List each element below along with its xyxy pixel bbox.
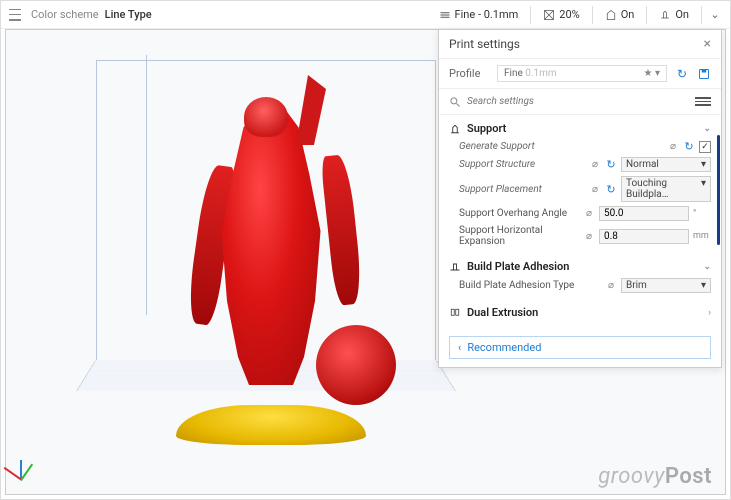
unit-label: ° [693,209,711,219]
link-icon[interactable]: ⌀ [589,159,601,170]
layer-height-value: Fine - 0.1mm [455,8,519,21]
panel-header: Print settings × [439,30,721,59]
save-profile-icon[interactable] [697,67,711,81]
adhesion-value: On [675,8,689,21]
row-horizontal-expansion: Support Horizontal Expansion ⌀ mm [449,223,711,249]
setting-label: Support Placement [459,184,585,195]
support-value: On [621,8,635,21]
model-part [320,154,364,306]
setting-label: Support Structure [459,159,585,170]
divider [646,6,647,24]
setting-label: Build Plate Adhesion Type [459,280,601,291]
overhang-angle-input[interactable] [599,206,689,221]
setting-label: Generate Support [459,141,663,152]
section-title: Support [467,122,506,135]
link-icon[interactable]: ⌀ [589,184,601,195]
section-support: Support ⌄ Generate Support ⌀ ↻ ✓ Support… [449,115,711,253]
row-support-placement: Support Placement ⌀ ↻ Touching Buildpla…… [449,174,711,204]
unit-label: mm [693,231,711,241]
top-toolbar: Color scheme Line Type Fine - 0.1mm 20% … [1,1,730,29]
section-head-dual[interactable]: Dual Extrusion › [449,303,711,322]
generate-support-checkbox[interactable]: ✓ [699,141,711,153]
reset-icon[interactable]: ↻ [605,183,617,196]
link-icon[interactable]: ⌀ [583,231,595,242]
horiz-expansion-input[interactable] [599,229,689,244]
divider [592,6,593,24]
row-generate-support: Generate Support ⌀ ↻ ✓ [449,138,711,155]
dual-extrusion-icon [449,306,461,319]
adhesion-toggle[interactable]: On [653,6,695,23]
watermark: groovyPost [598,463,712,489]
axis-gizmo [20,450,50,480]
section-adhesion: Build Plate Adhesion ⌄ Build Plate Adhes… [449,253,711,299]
recommended-label: Recommended [467,341,541,354]
section-title: Build Plate Adhesion [467,260,569,273]
section-head-support[interactable]: Support ⌄ [449,119,711,138]
setting-label: Support Horizontal Expansion [459,225,579,247]
reset-icon[interactable]: ↻ [683,140,695,153]
divider [701,6,702,24]
adhesion-section-icon [449,260,461,273]
support-section-icon [449,122,461,135]
setting-label: Support Overhang Angle [459,208,579,219]
section-dual-extrusion: Dual Extrusion › [449,299,711,326]
model-body [216,105,326,385]
row-adhesion-type: Build Plate Adhesion Type ⌀ Brim▾ [449,276,711,295]
profile-select[interactable]: Fine 0.1mm ★ ▾ [497,65,667,82]
model-base [176,405,366,445]
color-scheme-label: Color scheme [31,8,99,21]
profile-label: Profile [449,67,489,80]
infill-icon [543,9,555,21]
panel-title: Print settings [449,37,520,51]
color-scheme-value[interactable]: Line Type [105,8,152,21]
search-icon [449,95,461,108]
support-structure-select[interactable]: Normal▾ [621,157,711,172]
search-input[interactable] [467,96,689,107]
model-sphere [316,325,396,405]
settings-body: Support ⌄ Generate Support ⌀ ↻ ✓ Support… [439,115,721,330]
link-icon[interactable]: ⌀ [667,141,679,152]
build-volume [66,50,466,450]
chevron-down-icon: ⌄ [703,262,711,272]
chevron-down-icon: ⌄ [703,124,711,134]
section-head-adhesion[interactable]: Build Plate Adhesion ⌄ [449,257,711,276]
support-icon [605,9,617,21]
infill-control[interactable]: 20% [537,6,585,23]
reset-icon[interactable]: ↻ [605,158,617,171]
menu-icon[interactable] [9,9,21,21]
layer-height-control[interactable]: Fine - 0.1mm [433,6,525,23]
model-head [244,97,288,137]
link-icon[interactable]: ⌀ [605,280,617,291]
section-title: Dual Extrusion [467,306,538,319]
search-row [439,89,721,115]
expand-toggle[interactable]: ⌄ [708,8,722,21]
infill-value: 20% [559,8,579,21]
print-settings-panel: Print settings × Profile Fine 0.1mm ★ ▾ … [438,29,722,368]
link-icon[interactable]: ⌀ [583,208,595,219]
star-icon: ★ ▾ [644,68,660,79]
settings-visibility-icon[interactable] [695,97,711,106]
reset-profile-icon[interactable]: ↻ [675,67,689,81]
profile-row: Profile Fine 0.1mm ★ ▾ ↻ [439,59,721,89]
row-support-structure: Support Structure ⌀ ↻ Normal▾ [449,155,711,174]
support-placement-select[interactable]: Touching Buildpla…▾ [621,176,711,202]
layers-icon [439,9,451,21]
divider [530,6,531,24]
close-icon[interactable]: × [704,36,711,52]
scrollbar[interactable] [717,117,720,328]
support-toggle[interactable]: On [599,6,641,23]
row-overhang-angle: Support Overhang Angle ⌀ ° [449,204,711,223]
adhesion-type-select[interactable]: Brim▾ [621,278,711,293]
adhesion-icon [659,9,671,21]
chevron-right-icon: › [708,308,711,318]
recommended-button[interactable]: ‹ Recommended [449,336,711,359]
model-preview [166,105,366,445]
chevron-left-icon: ‹ [458,341,461,354]
